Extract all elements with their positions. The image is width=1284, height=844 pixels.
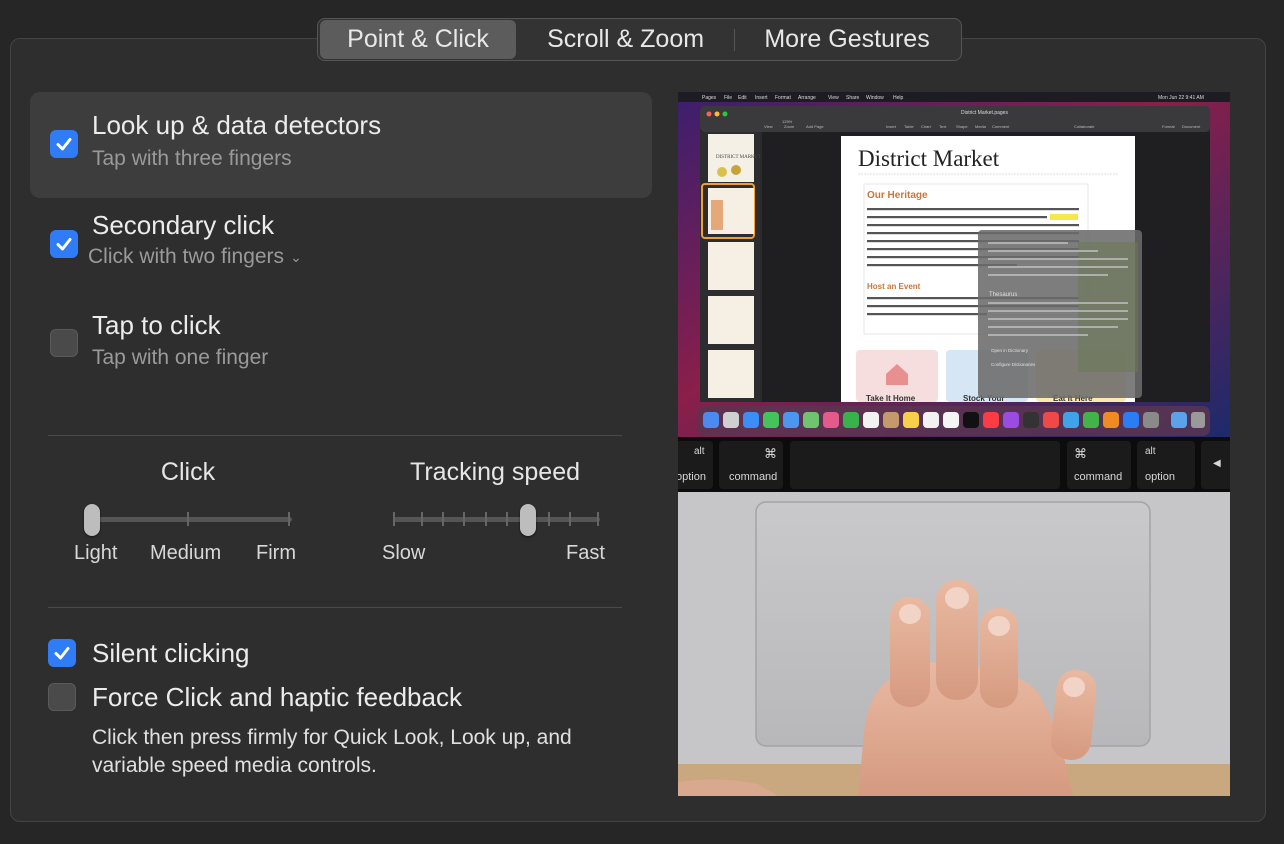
tracking-slider-tick [506, 512, 508, 526]
tracking-slider-tick [421, 512, 423, 526]
toolbar-collaborate: Collaborate [1074, 124, 1095, 129]
popover-thesaurus: Thesaurus [989, 292, 1017, 298]
gesture-preview: Pages File Edit Insert Format Arrange Vi… [678, 92, 1230, 796]
secondary-click-checkbox[interactable] [50, 230, 78, 258]
tracking-slider-knob[interactable] [520, 504, 536, 536]
toolbar-text: Text [939, 124, 947, 129]
lookup-checkbox[interactable] [50, 130, 78, 158]
toolbar-format: Format [1162, 124, 1176, 129]
menubar-item: Edit [738, 95, 747, 101]
menubar-clock: Mon Jun 22 9:41 AM [1158, 95, 1204, 101]
command-icon: ⌘ [1074, 446, 1087, 461]
thumb-label: DISTRICT MARKET [716, 155, 761, 160]
key-command-right: command [1074, 471, 1122, 483]
window-close-icon [706, 111, 712, 117]
window-zoom-icon [722, 111, 728, 117]
tracking-slider-title: Tracking speed [410, 458, 580, 486]
toolbar-document: Document [1182, 124, 1201, 129]
lookup-title: Look up & data detectors [92, 110, 382, 140]
secondary-click-title: Secondary click [92, 210, 275, 240]
window-minimize-icon [714, 111, 720, 117]
tracking-slider-tick [393, 512, 395, 526]
menubar-item: View [828, 95, 839, 101]
tracking-slider-tick [463, 512, 465, 526]
arrow-left-icon: ◀ [1213, 458, 1221, 469]
checkmark-icon [54, 647, 70, 660]
option-row-lookup[interactable]: Look up & data detectors Tap with three … [30, 92, 652, 198]
tab-point-click[interactable]: Point & Click [320, 20, 517, 59]
toolbar-add-page: Add Page [806, 124, 824, 129]
tap-to-click-checkbox[interactable] [50, 329, 78, 357]
toolbar-zoom: Zoom [784, 124, 795, 129]
tab-scroll-zoom[interactable]: Scroll & Zoom [517, 20, 734, 59]
click-label-firm: Firm [256, 542, 296, 564]
popover-configure: Configure Dictionaries [991, 362, 1036, 367]
chevron-down-icon: ⌄ [290, 248, 302, 265]
tab-bar: Point & Click Scroll & Zoom More Gesture… [317, 18, 962, 61]
tracking-slider-tick [597, 512, 599, 526]
divider [48, 607, 622, 608]
key-alt-left: alt [694, 446, 705, 457]
doc-section-heritage: Our Heritage [867, 190, 928, 201]
toolbar-media: Media [975, 124, 987, 129]
lookup-subtitle: Tap with three fingers [92, 147, 292, 170]
menubar-app: Pages [702, 95, 717, 101]
tap-to-click-title: Tap to click [92, 310, 221, 340]
click-slider-title: Click [160, 458, 216, 486]
dock-icons [703, 412, 1205, 428]
checkmark-icon [56, 238, 72, 251]
key-command-left: command [729, 471, 777, 483]
force-click-description: Click then press firmly for Quick Look, … [92, 726, 572, 777]
toolbar-chart: Chart [921, 124, 932, 129]
tracking-label-slow: Slow [382, 542, 426, 564]
tracking-slider-tick [442, 512, 444, 526]
tab-more-gestures[interactable]: More Gestures [735, 20, 959, 59]
click-slider-knob[interactable] [84, 504, 100, 536]
click-label-light: Light [74, 542, 118, 564]
menubar-item: Format [775, 95, 791, 101]
checkmark-icon [56, 138, 72, 151]
key-option-left: option [678, 471, 706, 483]
divider [48, 435, 622, 436]
popover-open-dictionary: Open in Dictionary [991, 348, 1029, 353]
tap-to-click-subtitle: Tap with one finger [92, 346, 269, 369]
key-alt-right: alt [1145, 446, 1156, 457]
click-slider-tick [288, 512, 290, 526]
doc-title: District Market.pages [961, 110, 1008, 116]
menubar-item: Arrange [798, 95, 816, 101]
option-row-secondary-click[interactable]: Secondary click Click with two fingers ⌄ [30, 198, 652, 294]
tracking-label-fast: Fast [566, 542, 605, 564]
force-click-checkbox[interactable] [48, 683, 76, 711]
card-take-home: Take It Home [866, 394, 916, 403]
preview-illustration: Pages File Edit Insert Format Arrange Vi… [678, 92, 1230, 796]
click-slider-track[interactable] [90, 517, 292, 522]
toolbar-shape: Shape [956, 124, 968, 129]
toolbar-table: Table [904, 124, 914, 129]
silent-clicking-checkbox[interactable] [48, 639, 76, 667]
option-row-tap-to-click[interactable]: Tap to click Tap with one finger [30, 298, 652, 394]
menubar-item: Share [846, 95, 860, 101]
tracking-slider-tick [548, 512, 550, 526]
tracking-slider-tick [569, 512, 571, 526]
force-click-title: Force Click and haptic feedback [92, 682, 462, 712]
doc-section-event: Host an Event [867, 282, 921, 291]
toolbar-comment: Comment [992, 124, 1010, 129]
menubar-item: Help [893, 95, 904, 101]
command-icon: ⌘ [764, 446, 777, 461]
secondary-click-dropdown[interactable]: Click with two fingers ⌄ [88, 245, 302, 269]
key-option-right: option [1145, 471, 1175, 483]
menubar-item: Window [866, 95, 884, 101]
click-slider-tick [187, 512, 189, 526]
toolbar-view: View [764, 124, 773, 129]
toolbar-insert: Insert [886, 124, 897, 129]
secondary-click-subtitle: Click with two fingers [88, 245, 285, 268]
click-label-medium: Medium [150, 542, 222, 564]
silent-clicking-title: Silent clicking [92, 638, 250, 668]
tracking-slider-tick [485, 512, 487, 526]
menubar-item: File [724, 95, 732, 101]
doc-heading: District Market [858, 146, 1000, 171]
menubar-item: Insert [755, 95, 768, 101]
